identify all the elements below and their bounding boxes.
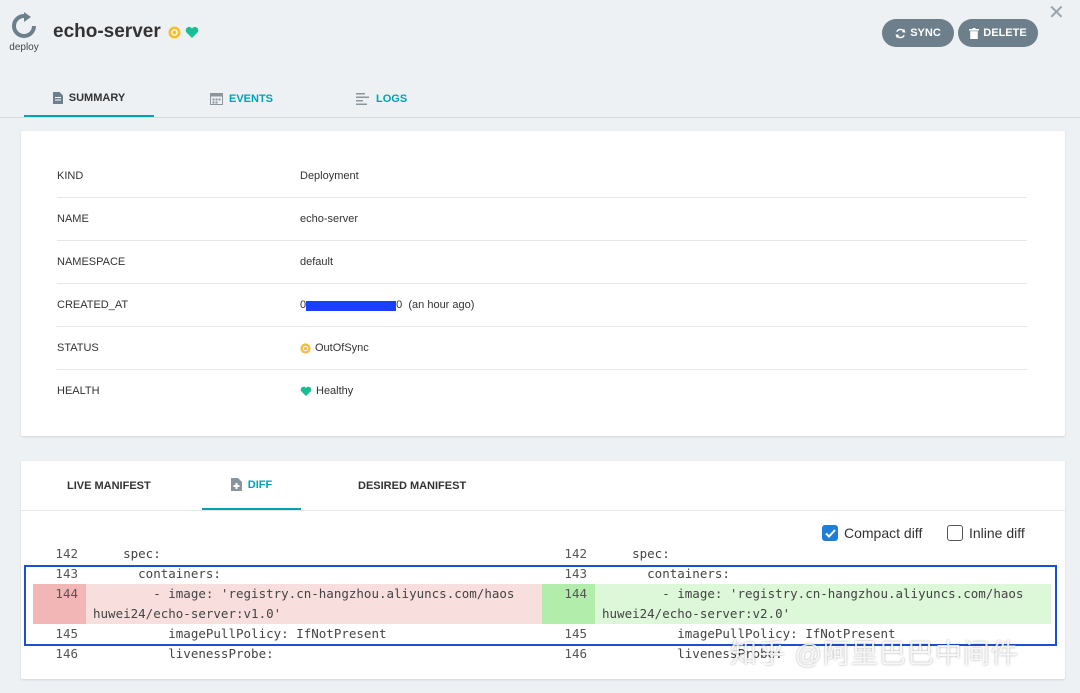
tab-events-label: EVENTS <box>229 92 274 105</box>
delete-button[interactable]: DELETE <box>958 19 1038 47</box>
app-name: echo-server <box>53 21 161 42</box>
tab-logs[interactable]: LOGS <box>356 80 407 117</box>
compact-diff-label: Compact diff <box>844 525 923 541</box>
field-key: HEALTH <box>57 385 100 397</box>
created-at-suffix: 0 <box>396 299 403 311</box>
tab-desired-manifest[interactable]: DESIRED MANIFEST <box>358 461 466 510</box>
tab-diff-label: DIFF <box>247 478 273 491</box>
close-icon[interactable]: ✕ <box>1048 0 1065 25</box>
page-title: echo-server <box>53 21 199 43</box>
app-kind-label: deploy <box>9 42 39 53</box>
refresh-icon <box>12 12 36 38</box>
summary-row-kind: KIND Deployment <box>57 155 1027 198</box>
delete-button-label: DELETE <box>983 27 1027 39</box>
field-key: NAMESPACE <box>57 256 126 268</box>
summary-row-name: NAME echo-server <box>57 198 1027 241</box>
field-value: 00 (an hour ago) <box>300 284 474 327</box>
watermark: 知乎 @阿里巴巴中间件 <box>730 639 1019 669</box>
tab-logs-label: LOGS <box>376 92 408 105</box>
checkbox-checked-icon <box>822 525 838 541</box>
out-of-sync-icon <box>168 26 181 38</box>
summary-row-status: STATUS OutOfSync <box>57 327 1027 370</box>
code-line: spec: <box>93 546 161 561</box>
sync-button-label: SYNC <box>910 27 941 39</box>
namespace-value: default <box>300 256 334 268</box>
field-key: STATUS <box>57 342 99 354</box>
tab-desired-manifest-label: DESIRED MANIFEST <box>358 479 467 492</box>
created-at-relative: (an hour ago) <box>408 299 475 311</box>
line-number: 142 <box>564 546 587 561</box>
health-value: Healthy <box>316 385 354 397</box>
checkbox-unchecked-icon <box>947 525 963 541</box>
heart-icon <box>185 26 199 38</box>
code-line: spec: <box>602 546 670 561</box>
document-icon <box>52 91 63 104</box>
summary-card: KIND Deployment NAME echo-server NAMESPA… <box>21 131 1065 436</box>
resource-tabs: SUMMARY EVENTS LOGS <box>0 80 1080 118</box>
tab-summary-label: SUMMARY <box>68 91 126 104</box>
tab-live-manifest[interactable]: LIVE MANIFEST <box>67 461 151 510</box>
sync-button[interactable]: SYNC <box>882 19 954 47</box>
status-value: OutOfSync <box>315 342 369 354</box>
out-of-sync-icon <box>300 343 311 354</box>
code-line: livenessProbe: <box>93 646 274 661</box>
line-number: 142 <box>55 546 78 561</box>
lines-icon <box>356 92 369 105</box>
tab-diff[interactable]: DIFF <box>202 461 301 510</box>
name-value: echo-server <box>300 213 359 225</box>
line-number: 146 <box>55 646 78 661</box>
compact-diff-checkbox[interactable]: Compact diff <box>822 525 922 541</box>
tabs-divider <box>21 510 1065 511</box>
kind-value: Deployment <box>300 170 359 182</box>
field-value: echo-server <box>300 198 358 241</box>
field-value: Deployment <box>300 155 359 198</box>
app-header: deploy echo-server SYNC DELETE ✕ SUMMARY… <box>0 0 1080 118</box>
field-value: Healthy <box>300 370 353 413</box>
line-number: 146 <box>564 646 587 661</box>
summary-row-created-at: CREATED_AT 00 (an hour ago) <box>57 284 1027 327</box>
inline-diff-label: Inline diff <box>969 525 1025 541</box>
trash-icon <box>969 27 980 39</box>
tab-events[interactable]: EVENTS <box>210 80 273 117</box>
calendar-icon <box>210 93 223 105</box>
field-key: KIND <box>57 170 84 182</box>
summary-row-health: HEALTH Healthy <box>57 370 1027 413</box>
redaction-bar <box>306 300 397 311</box>
inline-diff-checkbox[interactable]: Inline diff <box>947 525 1025 541</box>
app-kind-badge: deploy <box>8 12 40 53</box>
field-value: OutOfSync <box>300 327 369 370</box>
file-diff-icon <box>230 478 242 491</box>
heart-icon <box>300 386 312 397</box>
tab-summary[interactable]: SUMMARY <box>24 80 154 117</box>
field-key: NAME <box>57 213 89 225</box>
sync-icon <box>895 28 906 38</box>
field-key: CREATED_AT <box>57 299 129 311</box>
tab-live-manifest-label: LIVE MANIFEST <box>67 479 151 492</box>
field-value: default <box>300 241 333 284</box>
summary-row-namespace: NAMESPACE default <box>57 241 1027 284</box>
